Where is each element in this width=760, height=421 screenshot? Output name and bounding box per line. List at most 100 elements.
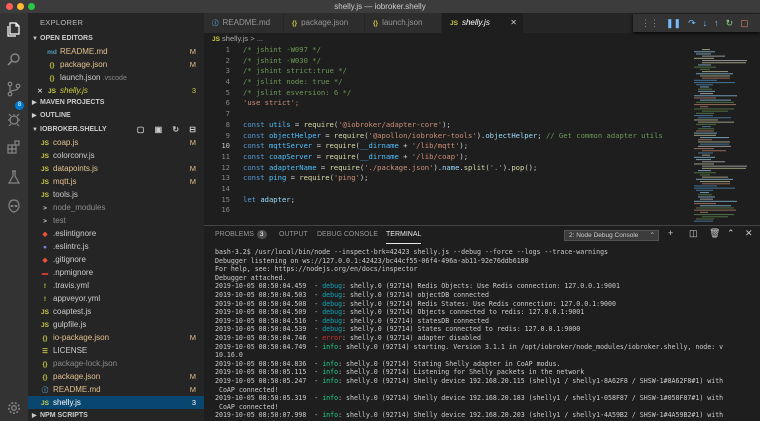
source-control-icon[interactable] <box>4 79 24 99</box>
code-token: '@apollon/iobroker-tools' <box>368 130 477 140</box>
file-tree-item[interactable]: > test <box>28 214 204 227</box>
editor-tab[interactable]: {} package.json <box>284 13 365 33</box>
minimap-line <box>694 148 714 150</box>
file-tree-item[interactable]: ◆ .eslintignore <box>28 227 204 240</box>
outline-header[interactable]: ▶ OUTLINE <box>28 110 204 122</box>
minimap-line <box>698 88 712 90</box>
code-editor[interactable]: 1 /* jshint -W097 */ 2 /* jshint -W030 */ 3 /… <box>204 45 688 225</box>
minimap-line <box>698 141 730 143</box>
extensions-icon[interactable] <box>4 137 24 157</box>
split-terminal-icon[interactable]: ◫ <box>689 228 698 239</box>
minimap-line <box>702 150 726 152</box>
minimap[interactable] <box>688 45 760 225</box>
terminal-line: 2019-10-05 08:50:04.503 - debug: shelly.… <box>215 291 755 300</box>
file-tree-item[interactable]: JS datapoints.js M <box>28 162 204 175</box>
maximize-panel-icon[interactable]: ⌃ <box>727 228 735 239</box>
npm-scripts-header[interactable]: ▶ NPM SCRIPTS <box>28 410 204 421</box>
new-terminal-icon[interactable]: + <box>668 228 673 238</box>
close-icon[interactable]: ✕ <box>510 13 517 33</box>
file-tree-item[interactable]: JS mqtt.js M <box>28 175 204 188</box>
minimap-line <box>698 194 712 196</box>
minimap-line <box>696 84 713 86</box>
breadcrumb-separator[interactable]: > ... <box>250 34 263 43</box>
file-tree-item[interactable]: ! .travis.yml <box>28 279 204 292</box>
debug-icon[interactable] <box>4 109 24 129</box>
code-token: = <box>286 173 300 183</box>
terminal-text: CoAP connected! <box>215 385 279 394</box>
minimap-line <box>696 218 714 220</box>
test-flask-icon[interactable] <box>4 167 24 187</box>
file-tree-item[interactable]: ▬ .npmignore <box>28 266 204 279</box>
open-editor-item[interactable]: ✕{}package.json M <box>28 58 204 71</box>
file-name: .eslintignore <box>53 229 97 238</box>
tab-label: README.md <box>222 18 271 27</box>
terminal-line: 2019-10-05 08:50:04.508 - debug: shelly.… <box>215 300 755 309</box>
minimap-line <box>698 64 711 66</box>
minimap-line <box>700 198 713 200</box>
close-panel-icon[interactable]: ✕ <box>745 228 753 239</box>
drag-handle-icon[interactable]: ⋮⋮ <box>641 18 659 29</box>
project-header[interactable]: ▼ IOBROKER.SHELLY ▢ ▣ ↻ ⊟ <box>28 123 204 136</box>
close-window-button[interactable] <box>6 3 13 10</box>
restart-icon[interactable]: ↻ <box>726 18 734 29</box>
file-tree-item[interactable]: {} io-package.json M <box>28 331 204 344</box>
files-icon[interactable] <box>4 19 24 39</box>
settings-gear-icon[interactable] <box>4 398 24 418</box>
editor-tab[interactable]: JS shelly.js ✕ <box>442 13 524 33</box>
terminal-line: 2019-10-05 08:50:04.746 - error: shelly.… <box>215 334 755 343</box>
breadcrumb-file[interactable]: shelly.js <box>222 34 248 43</box>
tab-problems[interactable]: PROBLEMS 3 <box>215 226 267 244</box>
minimap-line <box>696 112 714 114</box>
file-tree-item[interactable]: ◆ .gitignore <box>28 253 204 266</box>
git-status: M <box>189 60 196 69</box>
maven-projects-header[interactable]: ▶ MAVEN PROJECTS <box>28 97 204 109</box>
terminal-text: : shelly.0 (92714) Redis Objects: Use Re… <box>342 282 620 291</box>
open-editor-item[interactable]: ✕ JS shelly.js 3 <box>28 84 204 97</box>
code-token: let <box>243 194 261 204</box>
alien-icon[interactable] <box>4 196 24 216</box>
explorer-title: EXPLORER <box>40 18 84 27</box>
line-number: 1 <box>225 45 230 54</box>
open-editor-item[interactable]: ✕mdREADME.md M <box>28 45 204 58</box>
tab-output[interactable]: OUTPUT <box>279 226 308 244</box>
search-icon[interactable] <box>4 49 24 69</box>
code-token: ; <box>537 130 546 140</box>
open-editor-item[interactable]: ✕{}launch.json .vscode <box>28 71 204 84</box>
tab-debug-console[interactable]: DEBUG CONSOLE <box>317 226 378 244</box>
file-tree-item[interactable]: {} package.json M <box>28 370 204 383</box>
file-tree-item[interactable]: > node_modules <box>28 201 204 214</box>
tab-terminal[interactable]: TERMINAL <box>386 226 422 244</box>
editor-tab[interactable]: ⓘ README.md <box>204 13 284 33</box>
terminal-output[interactable]: bash-3.2$ /usr/local/bin/node --inspect-… <box>215 248 755 421</box>
file-tree-item[interactable]: JS gulpfile.js <box>28 318 204 331</box>
code-token: require <box>333 130 365 140</box>
file-tree-item[interactable]: JS coaptest.js <box>28 305 204 318</box>
trash-icon[interactable]: 🗑 <box>709 228 720 239</box>
code-token: const <box>243 151 269 161</box>
file-name: .npmignore <box>53 268 94 277</box>
file-tree-item[interactable]: JS shelly.js 3 <box>28 396 204 409</box>
pause-icon[interactable]: ❚❚ <box>666 18 681 29</box>
code-token: ); <box>459 151 469 161</box>
file-tree-item[interactable]: ☰ LICENSE <box>28 344 204 357</box>
minimize-window-button[interactable] <box>17 3 24 10</box>
terminal-select[interactable]: 2: Node Debug Console ⌃ <box>564 230 659 241</box>
file-tree-item[interactable]: ⓘ README.md M <box>28 383 204 396</box>
file-tree-item[interactable]: JS colorconv.js <box>28 149 204 162</box>
step-over-icon[interactable]: ↷ <box>688 18 696 29</box>
file-tree-item[interactable]: ● .eslintrc.js <box>28 240 204 253</box>
file-tree-item[interactable]: JS tools.js <box>28 188 204 201</box>
editor-tab[interactable]: {} launch.json <box>365 13 442 33</box>
stop-icon[interactable]: ▢ <box>740 18 749 29</box>
log-level: info <box>322 359 339 368</box>
file-tree-item[interactable]: ! appveyor.yml <box>28 292 204 305</box>
code-token: // Get common adapter utils <box>545 130 663 140</box>
step-into-icon[interactable]: ↓ <box>703 18 708 28</box>
explorer-toolbar-icons[interactable]: ▢ ▣ ↻ ⊟ <box>137 123 200 136</box>
terminal-text: 2019-10-05 08:50:04.459 - <box>215 282 323 291</box>
file-tree-item[interactable]: {} package-lock.json <box>28 357 204 370</box>
step-out-icon[interactable]: ↑ <box>714 18 719 28</box>
open-editors-header[interactable]: ▼ OPEN EDITORS <box>28 33 204 45</box>
zoom-window-button[interactable] <box>28 3 35 10</box>
file-tree-item[interactable]: JS coap.js M <box>28 136 204 149</box>
